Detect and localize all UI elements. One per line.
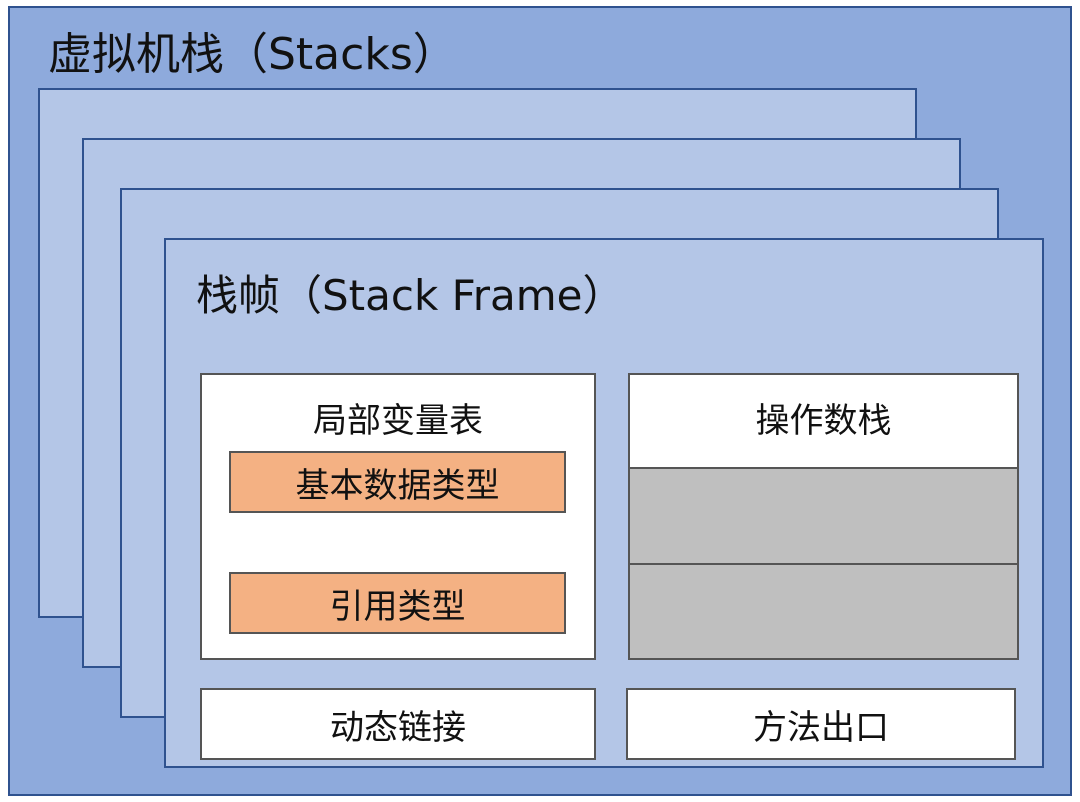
vm-stacks-title: 虚拟机栈（Stacks） — [48, 29, 457, 80]
primitive-type-item: 基本数据类型 — [229, 451, 566, 513]
diagram-canvas: 虚拟机栈（Stacks） 栈帧（Stack Frame） 局部变量表 基本数据类… — [0, 0, 1080, 802]
local-variable-table-title: 局部变量表 — [313, 401, 483, 441]
dynamic-linking-box: 动态链接 — [200, 688, 596, 760]
method-exit-box: 方法出口 — [626, 688, 1016, 760]
operand-stack-slot — [628, 563, 1019, 660]
stack-frame-title: 栈帧（Stack Frame） — [196, 271, 625, 320]
operand-stack-slot — [628, 467, 1019, 565]
operand-stack-title: 操作数栈 — [628, 373, 1019, 469]
reference-type-item: 引用类型 — [229, 572, 566, 634]
